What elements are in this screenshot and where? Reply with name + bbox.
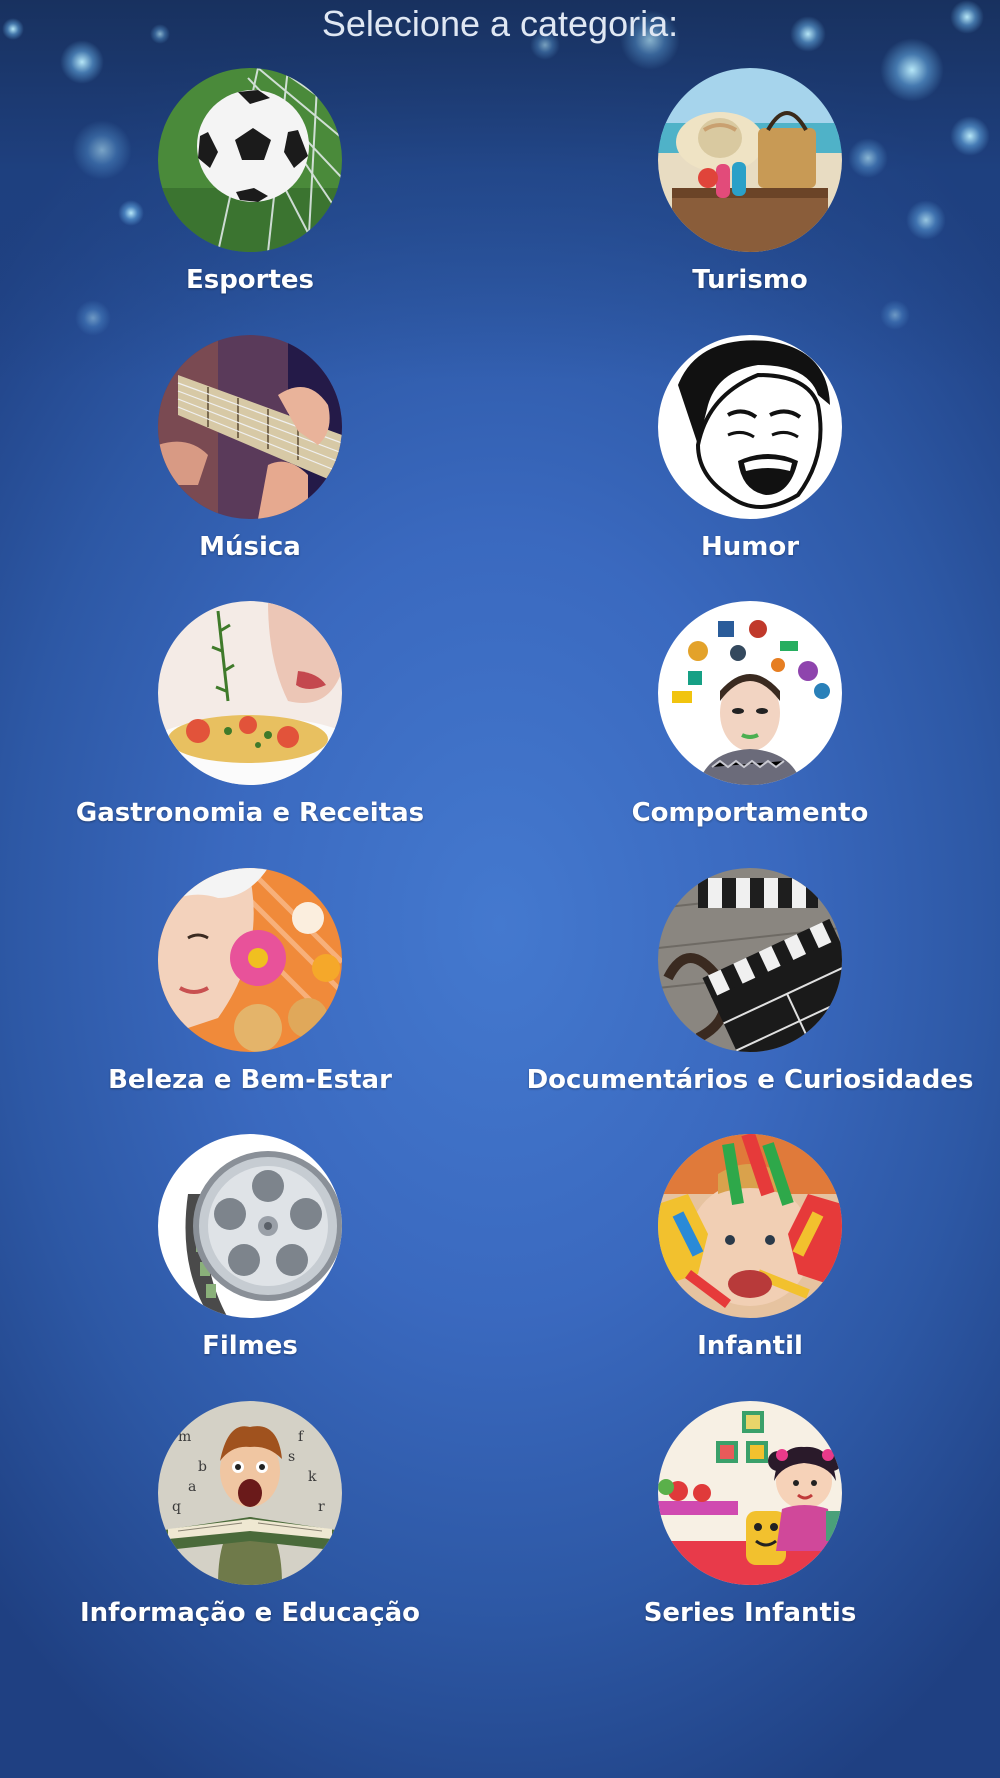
category-grid: Esportes Turismo Música Humor Gastronomi…	[0, 68, 1000, 1668]
category-beleza-e-bem-estar[interactable]: Beleza e Bem-Estar	[0, 867, 500, 1135]
guitar-icon	[158, 334, 342, 519]
category-turismo[interactable]: Turismo	[500, 68, 1000, 335]
category-series-infantis[interactable]: Series Infantis	[500, 1400, 1000, 1668]
category-esportes[interactable]: Esportes	[0, 68, 500, 335]
category-label: Humor	[700, 531, 800, 562]
laughing-face-icon	[658, 334, 842, 519]
svg-text:s: s	[288, 1449, 295, 1465]
svg-text:r: r	[318, 1499, 325, 1515]
category-label: Informação e Educação	[79, 1597, 421, 1628]
svg-text:a: a	[188, 1479, 196, 1495]
category-filmes[interactable]: Filmes	[0, 1134, 500, 1401]
category-informacao-e-educacao[interactable]: mbfk qrsa Informação e Educação	[0, 1400, 500, 1668]
category-label: Documentários e Curiosidades	[526, 1064, 974, 1095]
svg-text:k: k	[308, 1469, 317, 1485]
svg-text:q: q	[172, 1499, 181, 1515]
category-label: Esportes	[185, 265, 315, 295]
painted-hands-child-icon	[658, 1134, 842, 1319]
boy-reading-book-icon: mbfk qrsa	[158, 1400, 342, 1585]
category-label: Turismo	[692, 265, 808, 295]
category-label: Gastronomia e Receitas	[75, 798, 425, 829]
spa-woman-icon	[158, 867, 342, 1052]
soccer-ball-icon	[158, 68, 342, 252]
category-infantil[interactable]: Infantil	[500, 1134, 1000, 1401]
page-title: Selecione a categoria:	[321, 3, 679, 44]
food-plate-icon	[158, 601, 342, 786]
category-label: Comportamento	[631, 798, 869, 829]
category-label: Series Infantis	[643, 1597, 857, 1628]
svg-text:b: b	[198, 1459, 207, 1475]
category-documentarios-e-curiosidades[interactable]: Documentários e Curiosidades	[500, 867, 1000, 1135]
category-label: Beleza e Bem-Estar	[108, 1064, 392, 1095]
clapperboard-icon	[658, 867, 842, 1052]
beach-suitcase-icon	[658, 68, 842, 252]
category-label: Infantil	[697, 1331, 803, 1362]
film-reel-icon	[158, 1134, 342, 1319]
category-humor[interactable]: Humor	[500, 334, 1000, 602]
category-label: Filmes	[202, 1331, 298, 1362]
svg-text:m: m	[178, 1429, 191, 1445]
cartoon-girl-icon	[658, 1400, 842, 1585]
category-gastronomia-e-receitas[interactable]: Gastronomia e Receitas	[0, 601, 500, 868]
mind-objects-icon	[658, 601, 842, 786]
category-label: Música	[199, 531, 301, 562]
category-comportamento[interactable]: Comportamento	[500, 601, 1000, 868]
category-musica[interactable]: Música	[0, 334, 500, 602]
